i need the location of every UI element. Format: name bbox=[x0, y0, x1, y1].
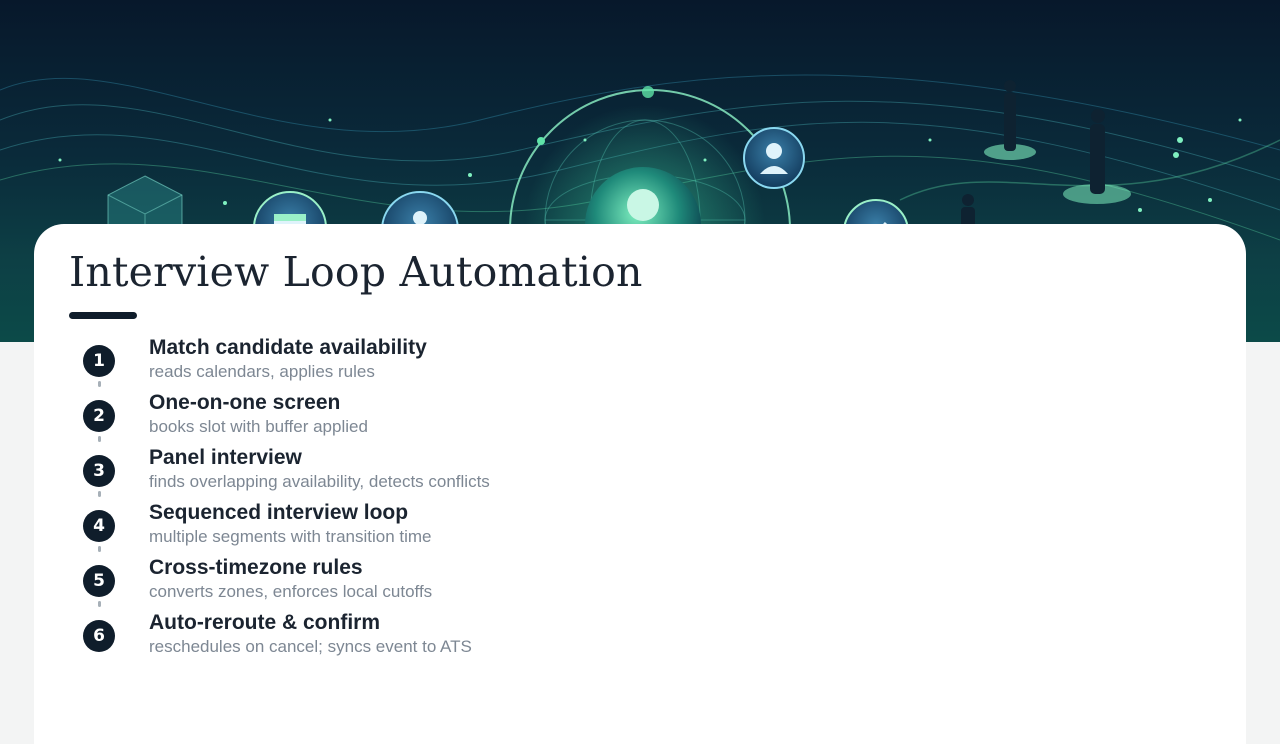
step-item: 4 Sequenced interview loop multiple segm… bbox=[83, 501, 783, 556]
step-item: 6 Auto-reroute & confirm reschedules on … bbox=[83, 611, 783, 666]
step-description: reads calendars, applies rules bbox=[149, 362, 375, 381]
step-connector bbox=[98, 601, 101, 607]
step-title: Panel interview bbox=[149, 446, 302, 469]
step-title: Cross-timezone rules bbox=[149, 556, 363, 579]
step-number-badge: 4 bbox=[83, 510, 115, 542]
step-description: books slot with buffer applied bbox=[149, 417, 368, 436]
step-list: 1 Match candidate availability reads cal… bbox=[83, 336, 783, 666]
person-icon bbox=[743, 127, 805, 189]
step-title: Auto-reroute & confirm bbox=[149, 611, 380, 634]
step-description: reschedules on cancel; syncs event to AT… bbox=[149, 637, 472, 656]
title-underline bbox=[69, 312, 137, 319]
step-number-badge: 2 bbox=[83, 400, 115, 432]
step-connector bbox=[98, 381, 101, 387]
step-connector bbox=[98, 491, 101, 497]
standing-person-figure bbox=[984, 80, 1036, 160]
step-item: 1 Match candidate availability reads cal… bbox=[83, 336, 783, 391]
step-item: 5 Cross-timezone rules converts zones, e… bbox=[83, 556, 783, 611]
step-title: Sequenced interview loop bbox=[149, 501, 409, 524]
step-item: 2 One-on-one screen books slot with buff… bbox=[83, 391, 783, 446]
step-description: multiple segments with transition time bbox=[149, 527, 432, 546]
step-title: One-on-one screen bbox=[149, 391, 341, 414]
step-number-badge: 5 bbox=[83, 565, 115, 597]
standing-person-figure bbox=[1063, 109, 1131, 204]
step-item: 3 Panel interview finds overlapping avai… bbox=[83, 446, 783, 501]
slide-title: Interview Loop Automation bbox=[69, 248, 643, 296]
step-description: converts zones, enforces local cutoffs bbox=[149, 582, 433, 601]
step-description: finds overlapping availability, detects … bbox=[149, 472, 490, 491]
step-number-badge: 1 bbox=[83, 345, 115, 377]
step-connector bbox=[98, 436, 101, 442]
step-title: Match candidate availability bbox=[149, 336, 427, 359]
step-connector bbox=[98, 546, 101, 552]
person-icon bbox=[627, 189, 659, 221]
step-number-badge: 3 bbox=[83, 455, 115, 487]
step-number-badge: 6 bbox=[83, 620, 115, 652]
content-card: Interview Loop Automation 1 Match candid… bbox=[34, 224, 1246, 744]
